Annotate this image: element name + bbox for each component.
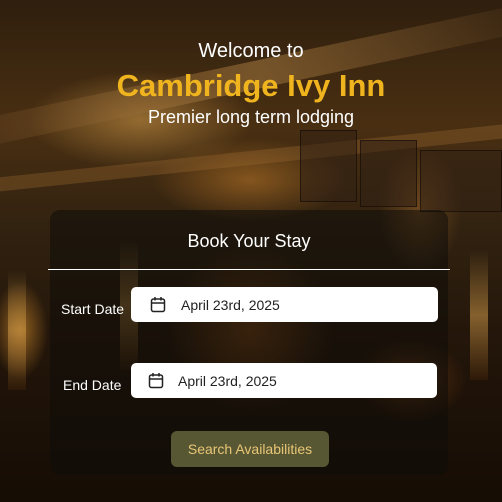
calendar-icon (150, 297, 166, 313)
end-date-label: End Date (63, 377, 122, 393)
welcome-text: Welcome to (198, 40, 304, 62)
booking-card: Book Your Stay Start Date April 23rd, 20… (48, 210, 450, 475)
end-date-value: April 23rd, 2025 (178, 373, 277, 389)
start-date-value: April 23rd, 2025 (181, 297, 280, 313)
title-divider (48, 269, 450, 270)
calendar-icon (148, 373, 164, 389)
start-date-label: Start Date (61, 301, 125, 317)
booking-title: Book Your Stay (187, 231, 311, 251)
start-date-field[interactable]: April 23rd, 2025 (131, 287, 438, 322)
tagline: Premier long term lodging (147, 107, 355, 127)
brand-name: Cambridge Ivy Inn (116, 68, 386, 103)
hero-section: Welcome to Cambridge Ivy Inn Premier lon… (0, 38, 502, 128)
end-date-field[interactable]: April 23rd, 2025 (131, 363, 437, 398)
search-availabilities-button[interactable]: Search Availabilities (171, 431, 329, 467)
